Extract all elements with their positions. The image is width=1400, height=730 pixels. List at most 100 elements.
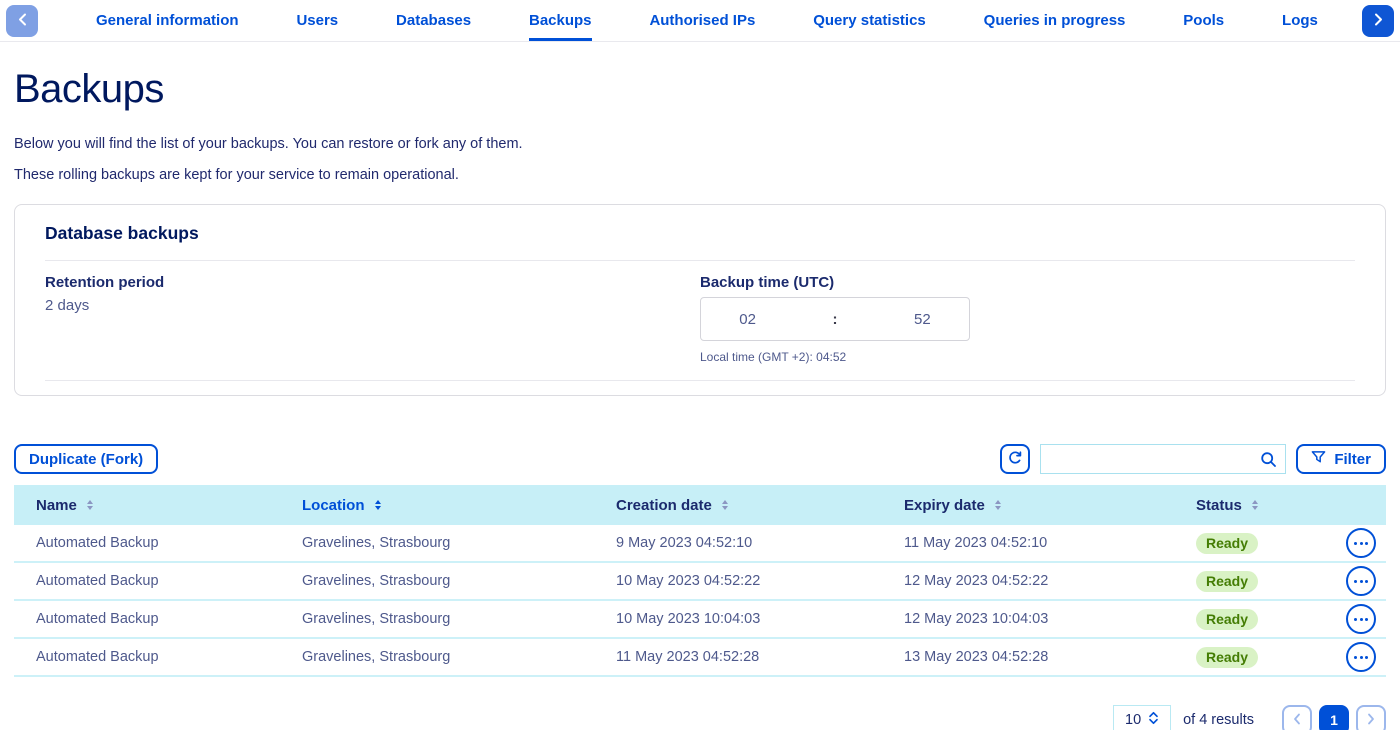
page-description-2: These rolling backups are kept for your … bbox=[14, 167, 1386, 183]
tab-label: Query statistics bbox=[813, 12, 926, 29]
cell-expiry-date: 12 May 2023 10:04:03 bbox=[904, 611, 1196, 627]
column-header-expiry-date[interactable]: Expiry date bbox=[904, 497, 1196, 514]
chevron-right-icon bbox=[1367, 713, 1375, 728]
status-badge: Ready bbox=[1196, 609, 1258, 630]
tabs-scroll-left-button[interactable] bbox=[6, 5, 38, 37]
refresh-icon bbox=[1007, 450, 1023, 469]
column-header-label: Creation date bbox=[616, 497, 712, 514]
page-title: Backups bbox=[14, 67, 1386, 112]
table-row: Automated Backup Gravelines, Strasbourg … bbox=[14, 601, 1386, 639]
tab-label: Pools bbox=[1183, 12, 1224, 29]
pagination-bar: 10 of 4 results 1 bbox=[14, 705, 1386, 730]
status-badge: Ready bbox=[1196, 571, 1258, 592]
database-backups-card: Database backups Retention period 2 days… bbox=[14, 204, 1386, 396]
backup-time-separator: : bbox=[832, 311, 837, 328]
toolbar-right-group: Filter bbox=[1000, 444, 1386, 474]
results-count: of 4 results bbox=[1183, 712, 1254, 728]
row-actions-button[interactable] bbox=[1346, 566, 1376, 596]
row-actions-button[interactable] bbox=[1346, 642, 1376, 672]
cell-actions bbox=[1316, 604, 1376, 634]
cell-expiry-date: 12 May 2023 04:52:22 bbox=[904, 573, 1196, 589]
sort-icon bbox=[722, 500, 728, 511]
tab-query-statistics[interactable]: Query statistics bbox=[813, 0, 926, 41]
backup-time-input[interactable]: 02 : 52 bbox=[700, 297, 970, 341]
tab-queries-in-progress[interactable]: Queries in progress bbox=[984, 0, 1126, 41]
column-header-status[interactable]: Status bbox=[1196, 497, 1316, 514]
tab-label: Users bbox=[296, 12, 338, 29]
table-row: Automated Backup Gravelines, Strasbourg … bbox=[14, 639, 1386, 677]
cell-creation-date: 11 May 2023 04:52:28 bbox=[616, 649, 904, 665]
page-size-value: 10 bbox=[1125, 712, 1141, 728]
filter-button[interactable]: Filter bbox=[1296, 444, 1386, 474]
cell-actions bbox=[1316, 528, 1376, 558]
current-page-button[interactable]: 1 bbox=[1319, 705, 1349, 730]
table-header-row: Name Location Creation date Expiry date … bbox=[14, 485, 1386, 525]
card-title: Database backups bbox=[15, 223, 1385, 244]
cell-status: Ready bbox=[1196, 533, 1316, 554]
cell-status: Ready bbox=[1196, 647, 1316, 668]
retention-period-value: 2 days bbox=[45, 297, 700, 314]
table-body: Automated Backup Gravelines, Strasbourg … bbox=[14, 525, 1386, 677]
tab-label: Queries in progress bbox=[984, 12, 1126, 29]
duplicate-fork-button[interactable]: Duplicate (Fork) bbox=[14, 444, 158, 474]
tab-label: Authorised IPs bbox=[649, 12, 755, 29]
cell-name: Automated Backup bbox=[36, 573, 302, 589]
card-divider-bottom bbox=[45, 380, 1355, 381]
backup-time-hour[interactable]: 02 bbox=[739, 311, 756, 328]
tab-general-information[interactable]: General information bbox=[96, 0, 239, 41]
next-page-button[interactable] bbox=[1356, 705, 1386, 730]
chevron-left-icon bbox=[18, 13, 27, 29]
local-time-hint: Local time (GMT +2): 04:52 bbox=[700, 350, 1355, 364]
retention-period-field: Retention period 2 days bbox=[45, 274, 700, 364]
cell-status: Ready bbox=[1196, 571, 1316, 592]
row-actions-button[interactable] bbox=[1346, 604, 1376, 634]
tab-backups[interactable]: Backups bbox=[529, 0, 592, 41]
cell-expiry-date: 13 May 2023 04:52:28 bbox=[904, 649, 1196, 665]
cell-creation-date: 10 May 2023 04:52:22 bbox=[616, 573, 904, 589]
tab-authorised-ips[interactable]: Authorised IPs bbox=[649, 0, 755, 41]
search-box bbox=[1040, 444, 1286, 474]
status-badge: Ready bbox=[1196, 647, 1258, 668]
tab-pools[interactable]: Pools bbox=[1183, 0, 1224, 41]
tab-label: Backups bbox=[529, 12, 592, 29]
tab-databases[interactable]: Databases bbox=[396, 0, 471, 41]
table-row: Automated Backup Gravelines, Strasbourg … bbox=[14, 563, 1386, 601]
sort-icon bbox=[375, 500, 381, 511]
backup-time-field: Backup time (UTC) 02 : 52 Local time (GM… bbox=[700, 274, 1355, 364]
cell-actions bbox=[1316, 566, 1376, 596]
table-toolbar: Duplicate (Fork) Filter bbox=[14, 444, 1386, 474]
refresh-button[interactable] bbox=[1000, 444, 1030, 474]
tab-logs[interactable]: Logs bbox=[1282, 0, 1318, 41]
page-description-1: Below you will find the list of your bac… bbox=[14, 136, 1386, 152]
tab-list: General information Users Databases Back… bbox=[38, 0, 1362, 41]
column-header-name[interactable]: Name bbox=[36, 497, 302, 514]
sort-icon bbox=[1252, 500, 1258, 511]
filter-button-label: Filter bbox=[1334, 451, 1371, 468]
backup-time-minute[interactable]: 52 bbox=[914, 311, 931, 328]
cell-creation-date: 10 May 2023 10:04:03 bbox=[616, 611, 904, 627]
filter-funnel-icon bbox=[1311, 450, 1326, 468]
cell-location: Gravelines, Strasbourg bbox=[302, 573, 616, 589]
tab-users[interactable]: Users bbox=[296, 0, 338, 41]
status-badge: Ready bbox=[1196, 533, 1258, 554]
sort-icon bbox=[995, 500, 1001, 511]
sort-icon bbox=[87, 500, 93, 511]
cell-expiry-date: 11 May 2023 04:52:10 bbox=[904, 535, 1196, 551]
previous-page-button[interactable] bbox=[1282, 705, 1312, 730]
cell-status: Ready bbox=[1196, 609, 1316, 630]
search-input[interactable] bbox=[1041, 445, 1285, 473]
pager-buttons: 1 bbox=[1282, 705, 1386, 730]
column-header-creation-date[interactable]: Creation date bbox=[616, 497, 904, 514]
column-header-location[interactable]: Location bbox=[302, 497, 616, 514]
tab-bar: General information Users Databases Back… bbox=[0, 0, 1400, 42]
column-header-label: Location bbox=[302, 497, 365, 514]
column-header-label: Expiry date bbox=[904, 497, 985, 514]
tab-label: Databases bbox=[396, 12, 471, 29]
retention-period-label: Retention period bbox=[45, 274, 700, 291]
up-down-chevrons-icon bbox=[1148, 711, 1159, 729]
column-header-label: Name bbox=[36, 497, 77, 514]
tabs-scroll-right-button[interactable] bbox=[1362, 5, 1394, 37]
row-actions-button[interactable] bbox=[1346, 528, 1376, 558]
page-size-select[interactable]: 10 bbox=[1113, 705, 1171, 730]
column-header-label: Status bbox=[1196, 497, 1242, 514]
